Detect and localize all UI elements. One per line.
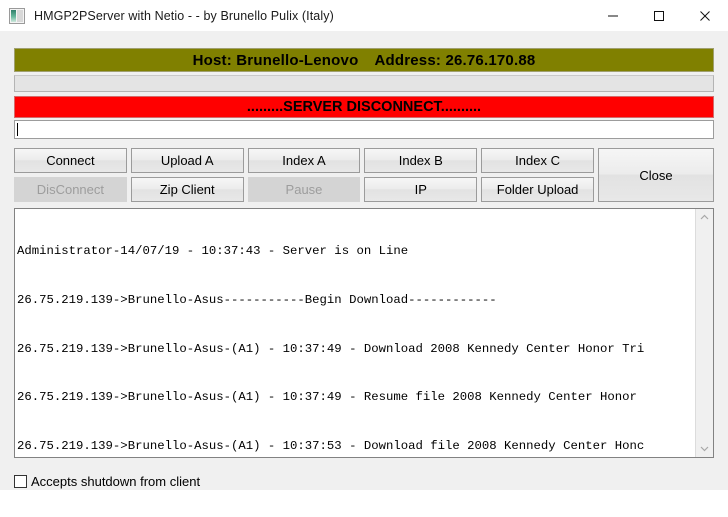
log-line: Administrator-14/07/19 - 10:37:43 - Serv… (17, 244, 409, 259)
window-title: HMGP2PServer with Netio - - by Brunello … (34, 8, 334, 23)
title-bar: HMGP2PServer with Netio - - by Brunello … (0, 0, 728, 31)
maximize-icon[interactable] (636, 0, 682, 31)
ip-button[interactable]: IP (364, 177, 478, 202)
log-line: 26.75.219.139->Brunello-Asus-----------B… (17, 293, 497, 307)
minimize-icon[interactable] (590, 0, 636, 31)
chevron-up-icon[interactable] (696, 209, 713, 226)
index-c-button[interactable]: Index C (481, 148, 594, 173)
folder-upload-button[interactable]: Folder Upload (481, 177, 594, 202)
shutdown-checkbox-row[interactable]: Accepts shutdown from client (14, 474, 714, 489)
disconnect-button: DisConnect (14, 177, 127, 202)
client-area: Host: Brunello-Lenovo Address: 26.76.170… (0, 31, 728, 517)
connect-button[interactable]: Connect (14, 148, 127, 173)
button-row-2: DisConnect Zip Client Pause IP Folder Up… (14, 177, 594, 202)
app-window: HMGP2PServer with Netio - - by Brunello … (0, 0, 728, 517)
accepts-shutdown-checkbox[interactable] (14, 475, 27, 488)
window-controls (590, 0, 728, 31)
server-status-alert: .........SERVER DISCONNECT.......... (14, 96, 714, 118)
accepts-shutdown-label: Accepts shutdown from client (31, 474, 201, 489)
button-row-1: Connect Upload A Index A Index B Index C (14, 148, 594, 173)
zip-client-button[interactable]: Zip Client (130, 177, 244, 202)
button-grid: Connect Upload A Index A Index B Index C… (14, 148, 594, 202)
status-blank-bar (14, 75, 714, 92)
close-button[interactable]: Close (598, 148, 714, 202)
index-a-button[interactable]: Index A (247, 148, 361, 173)
bottom-strip (0, 490, 728, 517)
address-label: Address: 26.76.170.88 (374, 51, 536, 69)
text-caret (17, 123, 18, 136)
upload-a-button[interactable]: Upload A (130, 148, 244, 173)
close-icon[interactable] (682, 0, 728, 31)
app-image-icon (9, 7, 25, 24)
pause-button: Pause (247, 177, 361, 202)
log-line: 26.75.219.139->Brunello-Asus-(A1) - 10:3… (17, 390, 637, 405)
button-area: Connect Upload A Index A Index B Index C… (14, 148, 714, 202)
log-panel: Administrator-14/07/19 - 10:37:43 - Serv… (14, 208, 714, 458)
host-info-bar: Host: Brunello-Lenovo Address: 26.76.170… (14, 48, 714, 72)
chevron-down-icon[interactable] (696, 440, 713, 457)
log-scrollbar[interactable] (695, 209, 713, 457)
host-label: Host: Brunello-Lenovo (192, 51, 359, 69)
log-line: 26.75.219.139->Brunello-Asus-(A1) - 10:3… (17, 438, 645, 453)
log-text[interactable]: Administrator-14/07/19 - 10:37:43 - Serv… (15, 209, 695, 457)
command-input[interactable] (14, 120, 714, 139)
index-b-button[interactable]: Index B (364, 148, 478, 173)
log-line: 26.75.219.139->Brunello-Asus-(A1) - 10:3… (17, 341, 645, 356)
